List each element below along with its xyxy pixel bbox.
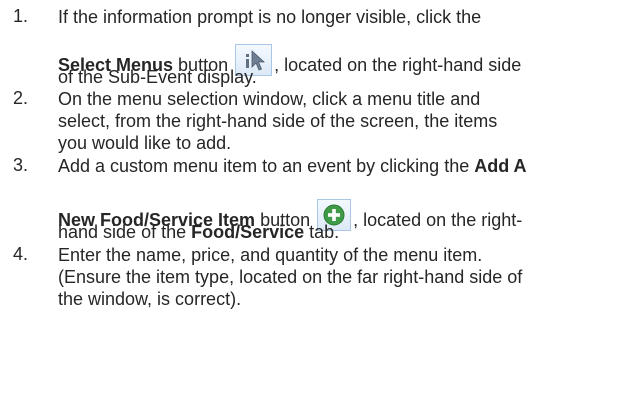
step-text-line: you would like to add. bbox=[58, 133, 232, 153]
step-text-line: (Ensure the item type, located on the fa… bbox=[58, 267, 523, 287]
step-text-line: select, from the right-hand side of the … bbox=[58, 111, 498, 131]
instruction-list: 1. If the information prompt is no longe… bbox=[0, 0, 634, 399]
step-number: 3. bbox=[13, 155, 29, 175]
step-number: 1. bbox=[13, 6, 29, 26]
step-text-line: hand side of the Food/Service tab. bbox=[58, 222, 340, 242]
step-text-line: On the menu selection window, click a me… bbox=[58, 89, 481, 109]
step-number: 2. bbox=[13, 88, 29, 108]
ui-term: Add A bbox=[474, 156, 527, 176]
step-text-line: Add a custom menu item to an event by cl… bbox=[58, 156, 527, 176]
ui-term: Food/Service bbox=[191, 222, 305, 242]
step-text-line: the window, is correct). bbox=[58, 289, 242, 309]
step-text-line: If the information prompt is no longer v… bbox=[58, 7, 482, 27]
step-text-line: Enter the name, price, and quantity of t… bbox=[58, 245, 483, 265]
step-number: 4. bbox=[13, 244, 29, 264]
step-text-line: of the Sub-Event display. bbox=[58, 67, 257, 87]
